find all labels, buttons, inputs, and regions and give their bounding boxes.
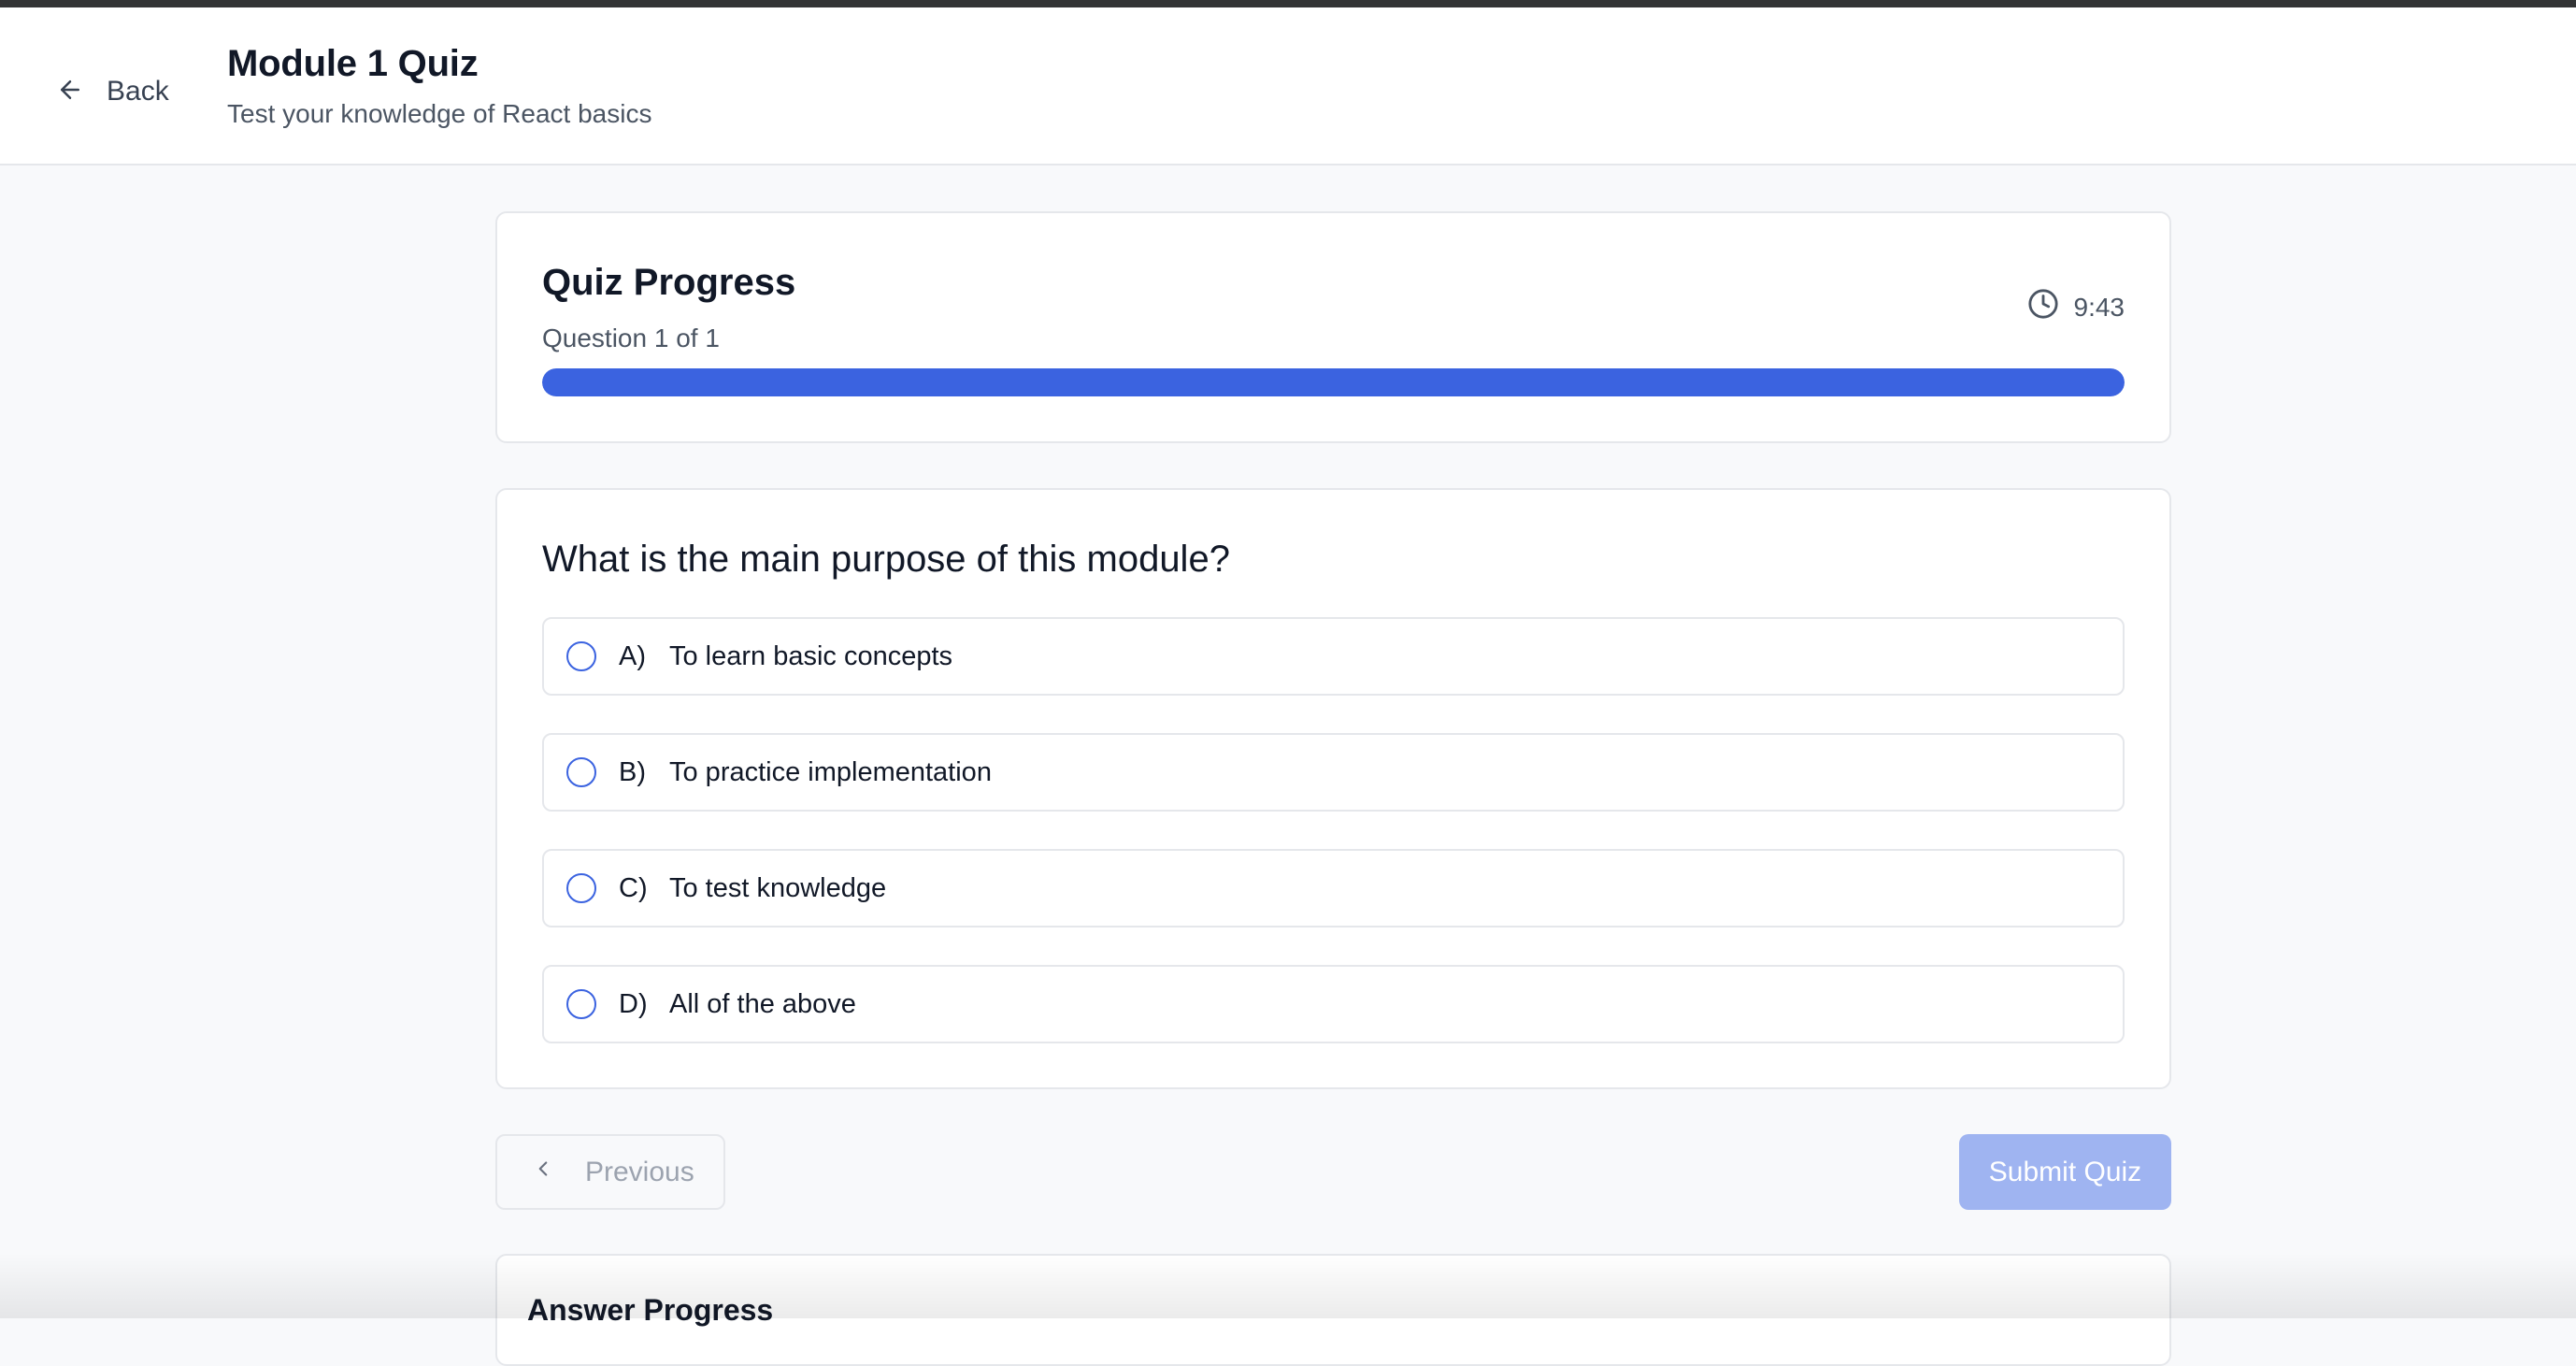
- back-button[interactable]: Back: [43, 64, 193, 120]
- arrow-left-icon: [56, 76, 84, 108]
- back-label: Back: [107, 76, 169, 108]
- option-text: To test knowledge: [669, 873, 886, 904]
- answer-option-a[interactable]: A) To learn basic concepts: [542, 617, 2125, 696]
- clock-icon: [2027, 288, 2059, 326]
- question-text: What is the main purpose of this module?: [542, 539, 1230, 581]
- option-text: To practice implementation: [669, 757, 992, 788]
- timer-value: 9:43: [2074, 293, 2125, 323]
- option-letter: C): [619, 873, 669, 904]
- quiz-progress-title: Quiz Progress: [542, 262, 795, 304]
- previous-label: Previous: [585, 1157, 694, 1188]
- radio-button[interactable]: [566, 873, 596, 903]
- radio-button[interactable]: [566, 989, 596, 1019]
- progress-bar: [542, 368, 2125, 396]
- quiz-progress-card: Quiz Progress Question 1 of 1 9:43: [495, 211, 2171, 443]
- answer-option-d[interactable]: D) All of the above: [542, 965, 2125, 1043]
- page-header: Back Module 1 Quiz Test your knowledge o…: [0, 7, 2576, 165]
- answer-option-b[interactable]: B) To practice implementation: [542, 733, 2125, 812]
- chevron-left-icon: [531, 1157, 555, 1188]
- radio-button[interactable]: [566, 757, 596, 787]
- answer-option-c[interactable]: C) To test knowledge: [542, 849, 2125, 927]
- option-text: All of the above: [669, 989, 856, 1020]
- option-text: To learn basic concepts: [669, 641, 952, 672]
- option-letter: B): [619, 757, 669, 788]
- radio-button[interactable]: [566, 641, 596, 671]
- option-letter: A): [619, 641, 669, 672]
- timer: 9:43: [2027, 288, 2125, 326]
- page-title: Module 1 Quiz: [227, 43, 479, 85]
- previous-button[interactable]: Previous: [495, 1134, 725, 1210]
- submit-quiz-button[interactable]: Submit Quiz: [1959, 1134, 2171, 1210]
- page-subtitle: Test your knowledge of React basics: [227, 99, 651, 129]
- answer-progress-card: Answer Progress: [495, 1254, 2171, 1366]
- progress-bar-fill: [542, 368, 2125, 396]
- option-letter: D): [619, 989, 669, 1020]
- window-top-strip: [0, 0, 2576, 7]
- question-counter: Question 1 of 1: [542, 324, 720, 353]
- answer-progress-title: Answer Progress: [527, 1293, 773, 1328]
- question-card: What is the main purpose of this module?…: [495, 488, 2171, 1089]
